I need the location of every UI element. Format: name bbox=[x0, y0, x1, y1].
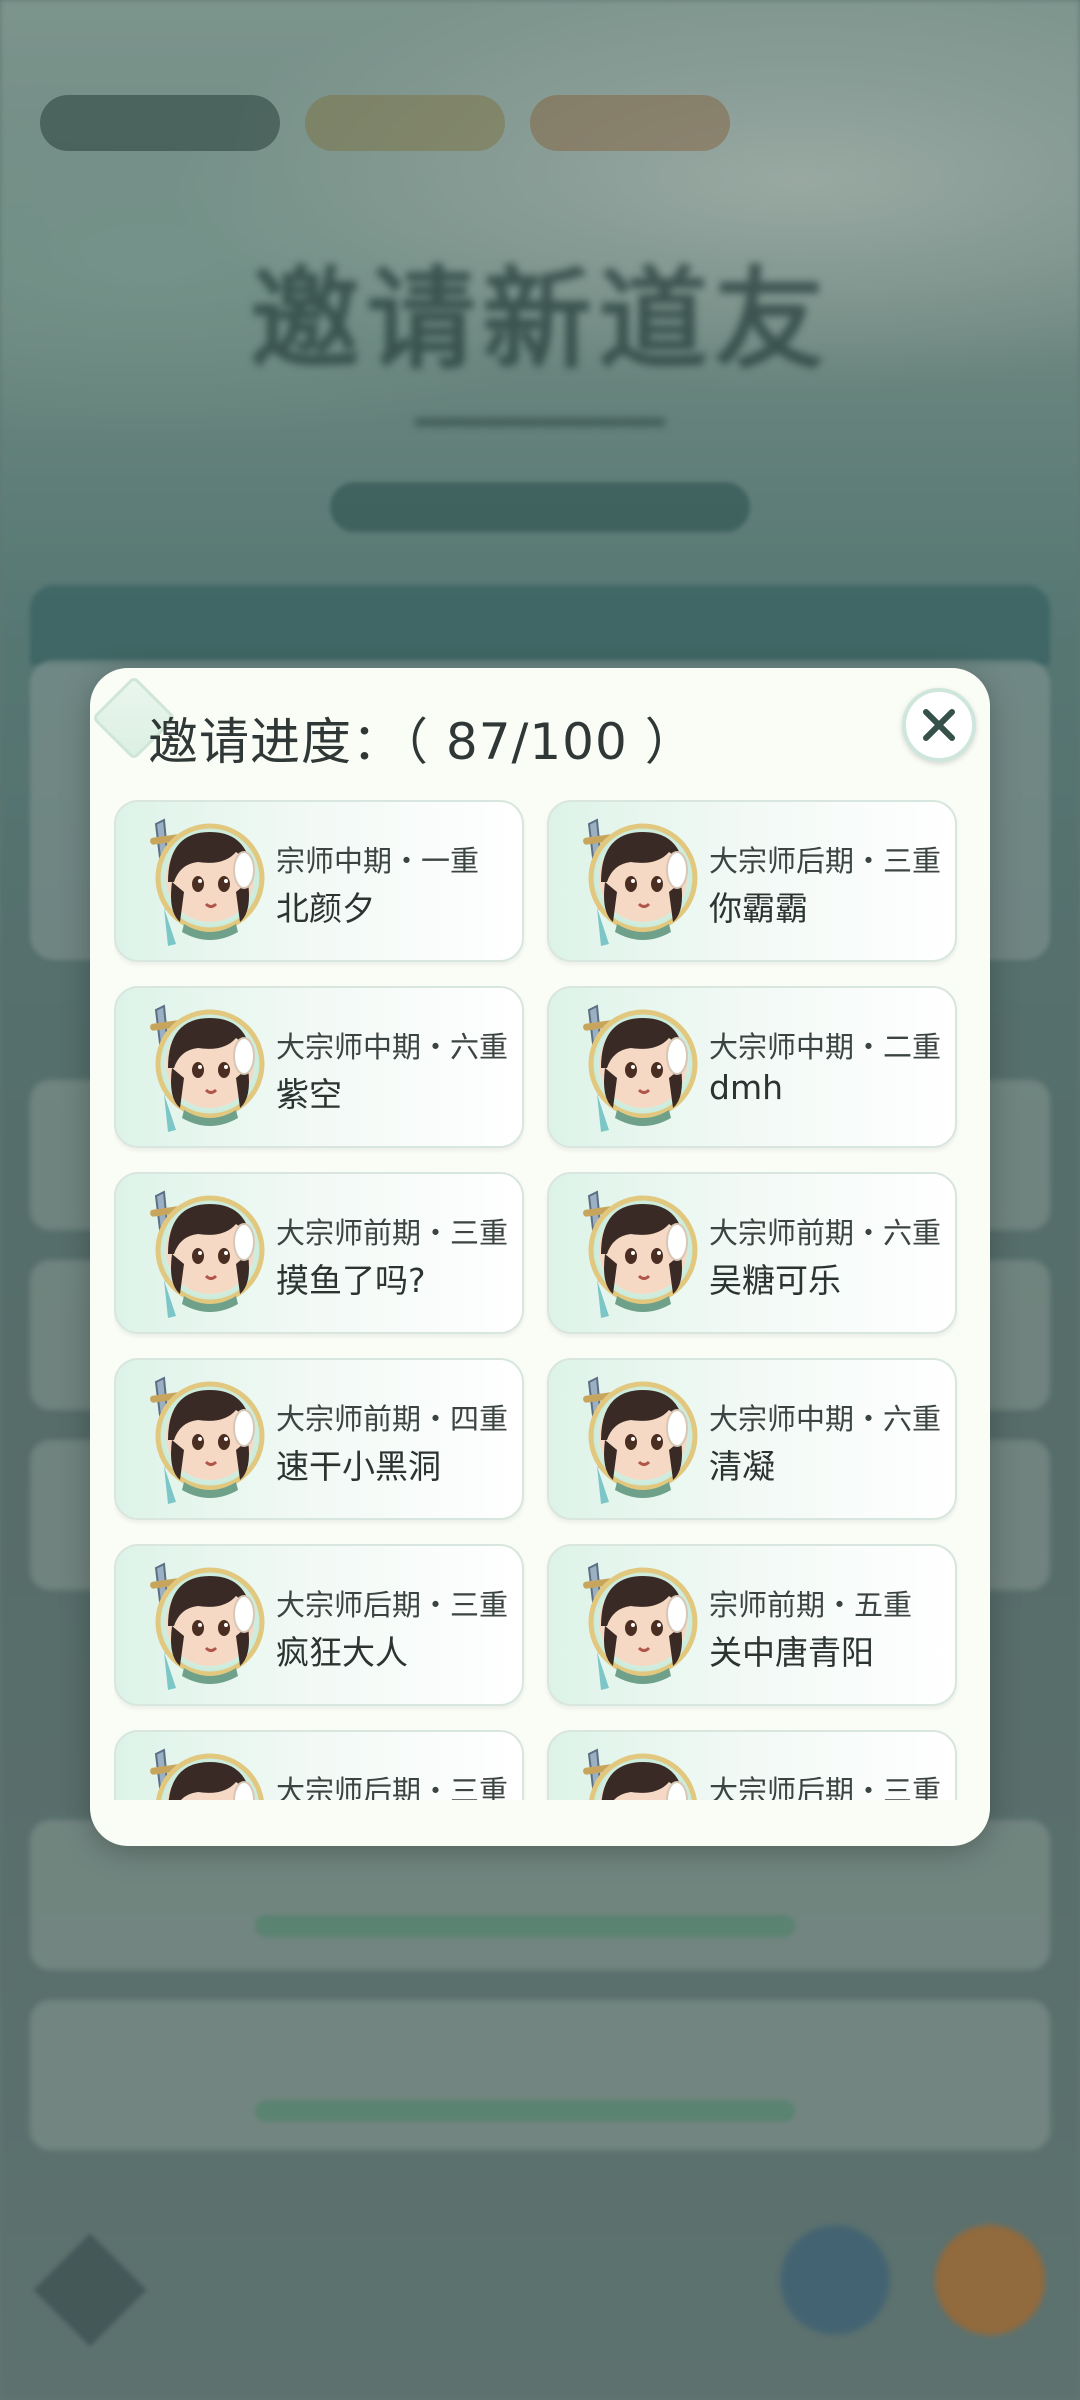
invitee-card[interactable]: 宗师前期・五重关中唐青阳 bbox=[547, 1544, 957, 1706]
avatar bbox=[128, 1370, 268, 1510]
title-label: 邀请进度： bbox=[148, 713, 403, 771]
invitee-name: 摸鱼了吗? bbox=[276, 1261, 426, 1300]
avatar bbox=[561, 1742, 701, 1800]
invitee-card[interactable]: 大宗师前期・三重摸鱼了吗? bbox=[114, 1172, 524, 1334]
avatar bbox=[561, 1556, 701, 1696]
invitee-rank: 大宗师后期・三重 bbox=[709, 1774, 942, 1800]
invitee-card[interactable]: 宗师中期・一重北颜夕 bbox=[114, 800, 524, 962]
invitee-rank: 大宗师前期・三重 bbox=[276, 1216, 509, 1250]
avatar bbox=[128, 1742, 268, 1800]
avatar bbox=[561, 1184, 701, 1324]
invitee-card[interactable]: 大宗师后期・三重你霸霸 bbox=[547, 800, 957, 962]
invitee-rank: 宗师中期・一重 bbox=[276, 844, 480, 878]
avatar bbox=[561, 1370, 701, 1510]
invitee-card[interactable]: 大宗师中期・六重紫空 bbox=[114, 986, 524, 1148]
invitee-rank: 大宗师前期・六重 bbox=[709, 1216, 942, 1250]
invitee-rank: 大宗师中期・六重 bbox=[276, 1030, 509, 1064]
invitee-rank: 大宗师中期・六重 bbox=[709, 1402, 942, 1436]
avatar bbox=[128, 1556, 268, 1696]
invitee-card[interactable]: 大宗师中期・二重 dmh bbox=[547, 986, 957, 1148]
invitee-name: 清凝 bbox=[709, 1447, 775, 1486]
invitee-name: dmh bbox=[709, 1068, 784, 1107]
invitee-name: 北颜夕 bbox=[276, 889, 375, 928]
invitee-name: 疯狂大人 bbox=[276, 1633, 408, 1672]
close-icon bbox=[923, 709, 955, 741]
avatar bbox=[128, 998, 268, 1138]
invitee-card[interactable]: 大宗师后期・三重疯狂大人 bbox=[114, 1544, 524, 1706]
close-button[interactable] bbox=[902, 688, 976, 762]
invitee-name: 关中唐青阳 bbox=[709, 1633, 874, 1672]
invitee-list[interactable]: 宗师中期・一重 北颜夕 大宗师后期・三重 你霸霸 大宗师中期・六重 紫空 大宗师… bbox=[114, 800, 966, 1800]
avatar bbox=[561, 998, 701, 1138]
invitee-name: 吴糖可乐 bbox=[709, 1261, 841, 1300]
invitee-name: 你霸霸 bbox=[709, 889, 808, 928]
invitee-name: 紫空 bbox=[276, 1075, 342, 1114]
avatar bbox=[128, 1184, 268, 1324]
invitee-card[interactable]: 大宗师后期・三重 bbox=[547, 1730, 957, 1800]
invitee-card[interactable]: 大宗师后期・三重 bbox=[114, 1730, 524, 1800]
progress-count: （ 87/100 ） bbox=[403, 713, 696, 771]
invitee-rank: 大宗师后期・三重 bbox=[276, 1588, 509, 1622]
invitee-rank: 大宗师中期・二重 bbox=[709, 1030, 942, 1064]
dialog-title: 邀请进度：（ 87/100 ） bbox=[148, 702, 696, 774]
avatar bbox=[561, 812, 701, 952]
invite-progress-dialog: 邀请进度：（ 87/100 ） 宗师中期・一重 北颜夕 大宗师后期・三重 你霸霸… bbox=[90, 668, 990, 1846]
avatar bbox=[128, 812, 268, 952]
invitee-rank: 大宗师前期・四重 bbox=[276, 1402, 509, 1436]
invitee-rank: 大宗师后期・三重 bbox=[276, 1774, 509, 1800]
invitee-rank: 大宗师后期・三重 bbox=[709, 844, 942, 878]
invitee-card[interactable]: 大宗师前期・六重吴糖可乐 bbox=[547, 1172, 957, 1334]
invitee-card[interactable]: 大宗师前期・四重速干小黑洞 bbox=[114, 1358, 524, 1520]
invitee-name: 速干小黑洞 bbox=[276, 1447, 441, 1486]
invitee-card[interactable]: 大宗师中期・六重清凝 bbox=[547, 1358, 957, 1520]
invitee-rank: 宗师前期・五重 bbox=[709, 1588, 913, 1622]
